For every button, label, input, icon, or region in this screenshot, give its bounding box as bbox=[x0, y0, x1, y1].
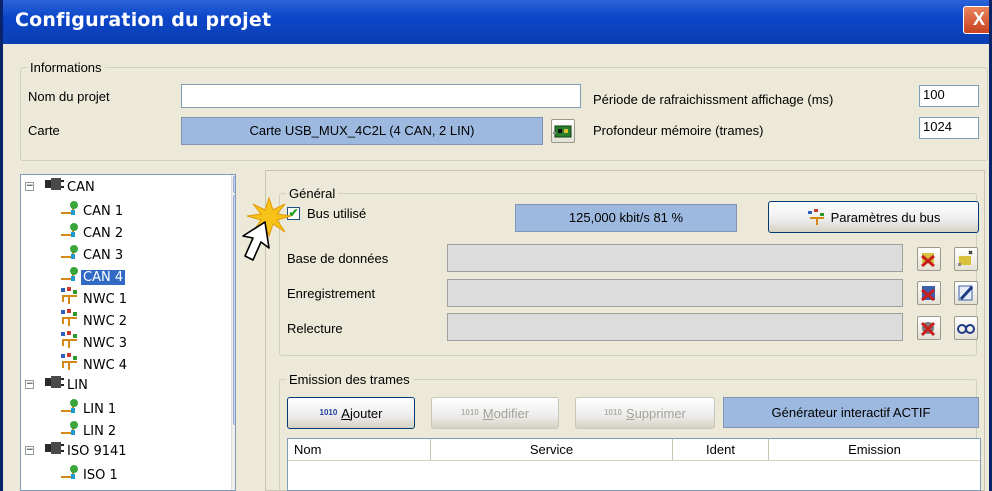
tree-item[interactable]: − LIN bbox=[25, 375, 90, 395]
refresh-period-label: Période de rafraichissment affichage (ms… bbox=[593, 92, 834, 107]
tree-item-label: NWC 1 bbox=[83, 292, 128, 307]
database-add-button[interactable] bbox=[954, 247, 978, 271]
database-remove-icon bbox=[921, 253, 935, 268]
close-button[interactable]: X bbox=[963, 6, 989, 34]
delete-frame-button[interactable]: 1010 Supprimer bbox=[575, 397, 715, 429]
bus-rate-status: 125,000 kbit/s 81 % bbox=[515, 204, 737, 232]
replay-label: Relecture bbox=[287, 321, 343, 336]
tree-item-label: CAN bbox=[67, 180, 95, 195]
bus-tree-view[interactable]: ▲ − CAN CAN 1 CAN 2 CAN 3 CAN 4 NWC 1 NWC 2 NWC … bbox=[20, 174, 236, 491]
recording-label: Enregistrement bbox=[287, 286, 376, 301]
card-select-button[interactable] bbox=[551, 119, 575, 143]
title-bar[interactable]: Configuration du projet X bbox=[3, 0, 989, 44]
recording-field[interactable] bbox=[447, 279, 903, 307]
memory-depth-label: Profondeur mémoire (trames) bbox=[593, 123, 764, 138]
tree-item-label: ISO 1 bbox=[83, 468, 118, 483]
tree-item[interactable]: NWC 4 bbox=[59, 353, 129, 373]
replay-field[interactable] bbox=[447, 313, 903, 341]
recording-remove-icon bbox=[921, 286, 935, 302]
binary-add-icon: 1010 bbox=[319, 408, 338, 417]
replay-view-button[interactable] bbox=[954, 316, 978, 340]
tree-item[interactable]: LIN 1 bbox=[59, 397, 118, 417]
tree-item-label: NWC 4 bbox=[83, 358, 128, 373]
frames-table[interactable]: Nom Service Ident Emission bbox=[287, 438, 981, 491]
binary-edit-icon: 1010 bbox=[460, 408, 479, 417]
delete-frame-label: Supprimer bbox=[625, 405, 686, 421]
replay-remove-icon bbox=[920, 321, 936, 337]
tree-item[interactable]: CAN 2 bbox=[59, 221, 125, 241]
project-name-input[interactable] bbox=[181, 84, 581, 108]
column-header-service[interactable]: Service bbox=[431, 439, 673, 460]
collapse-toggle-icon[interactable]: − bbox=[25, 182, 34, 191]
collapse-toggle-icon[interactable]: − bbox=[25, 446, 34, 455]
binary-delete-icon: 1010 bbox=[604, 408, 622, 417]
bus-parameters-label: Paramètres du bus bbox=[830, 209, 941, 225]
generator-status: Générateur interactif ACTIF bbox=[723, 397, 979, 428]
glasses-icon bbox=[957, 324, 975, 334]
scroll-up-arrow-icon[interactable]: ▲ bbox=[233, 176, 235, 193]
modify-frame-label: Modifier bbox=[482, 405, 530, 421]
memory-depth-input[interactable]: 1024 bbox=[919, 117, 979, 139]
tree-item[interactable]: CAN 4 bbox=[59, 265, 126, 285]
add-frame-label: Ajouter bbox=[341, 405, 383, 421]
channel-node-icon bbox=[59, 463, 81, 488]
tree-item[interactable]: CAN 1 bbox=[59, 199, 125, 219]
circuit-board-icon bbox=[553, 125, 572, 138]
tree-item[interactable]: NWC 2 bbox=[59, 309, 129, 329]
bus-connector-icon bbox=[43, 441, 65, 462]
tree-item-label: NWC 2 bbox=[83, 314, 128, 329]
bus-connector-icon bbox=[43, 375, 65, 396]
column-header-emission[interactable]: Emission bbox=[769, 439, 980, 460]
replay-clear-button[interactable] bbox=[917, 316, 941, 340]
tree-item-label: CAN 4 bbox=[81, 270, 126, 285]
pencil-icon bbox=[958, 285, 974, 301]
add-frame-button[interactable]: 1010 Ajouter bbox=[287, 397, 415, 429]
database-label: Base de données bbox=[287, 251, 389, 266]
tree-item-label: LIN 1 bbox=[83, 402, 117, 417]
refresh-period-input[interactable]: 100 bbox=[919, 85, 979, 107]
tree-item[interactable]: CAN 3 bbox=[59, 243, 125, 263]
bus-used-label: Bus utilisé bbox=[307, 206, 367, 221]
tree-item[interactable]: − ISO 9141 bbox=[25, 441, 129, 461]
bus-settings-icon bbox=[807, 209, 824, 225]
project-config-window: Configuration du projet X Informations N… bbox=[0, 0, 992, 491]
tree-item-label: ISO 9141 bbox=[67, 444, 127, 459]
tree-item[interactable]: NWC 3 bbox=[59, 331, 129, 351]
database-add-icon bbox=[958, 250, 973, 266]
tree-item-label: CAN 1 bbox=[83, 204, 124, 219]
informations-group: Informations bbox=[20, 60, 988, 161]
recording-clear-button[interactable] bbox=[917, 281, 941, 305]
tree-item-label: CAN 3 bbox=[83, 248, 124, 263]
modify-frame-button[interactable]: 1010 Modifier bbox=[431, 397, 559, 429]
tree-item-label: CAN 2 bbox=[83, 226, 124, 241]
tree-item-label: NWC 3 bbox=[83, 336, 128, 351]
bus-connector-icon bbox=[43, 177, 65, 198]
database-field[interactable] bbox=[447, 244, 903, 272]
column-header-ident[interactable]: Ident bbox=[673, 439, 769, 460]
project-name-label: Nom du projet bbox=[28, 89, 110, 104]
recording-edit-button[interactable] bbox=[954, 281, 978, 305]
tree-item-label: LIN bbox=[67, 378, 88, 393]
card-value-box[interactable]: Carte USB_MUX_4C2L (4 CAN, 2 LIN) bbox=[181, 117, 543, 145]
collapse-toggle-icon[interactable]: − bbox=[25, 380, 34, 389]
informations-legend: Informations bbox=[30, 60, 102, 75]
emission-legend: Emission des trames bbox=[289, 372, 410, 387]
database-clear-button[interactable] bbox=[917, 247, 941, 271]
frames-table-header: Nom Service Ident Emission bbox=[288, 439, 980, 461]
window-title: Configuration du projet bbox=[15, 9, 272, 31]
tree-item[interactable]: LIN 2 bbox=[59, 419, 118, 439]
tree-item-label: LIN 2 bbox=[83, 424, 117, 439]
tree-item[interactable]: − CAN bbox=[25, 177, 97, 197]
bus-parameters-button[interactable]: Paramètres du bus bbox=[768, 201, 979, 233]
card-label: Carte bbox=[28, 123, 60, 138]
tree-item[interactable]: ISO 1 bbox=[59, 463, 120, 483]
tree-item[interactable]: NWC 1 bbox=[59, 287, 129, 307]
column-header-nom[interactable]: Nom bbox=[288, 439, 431, 460]
